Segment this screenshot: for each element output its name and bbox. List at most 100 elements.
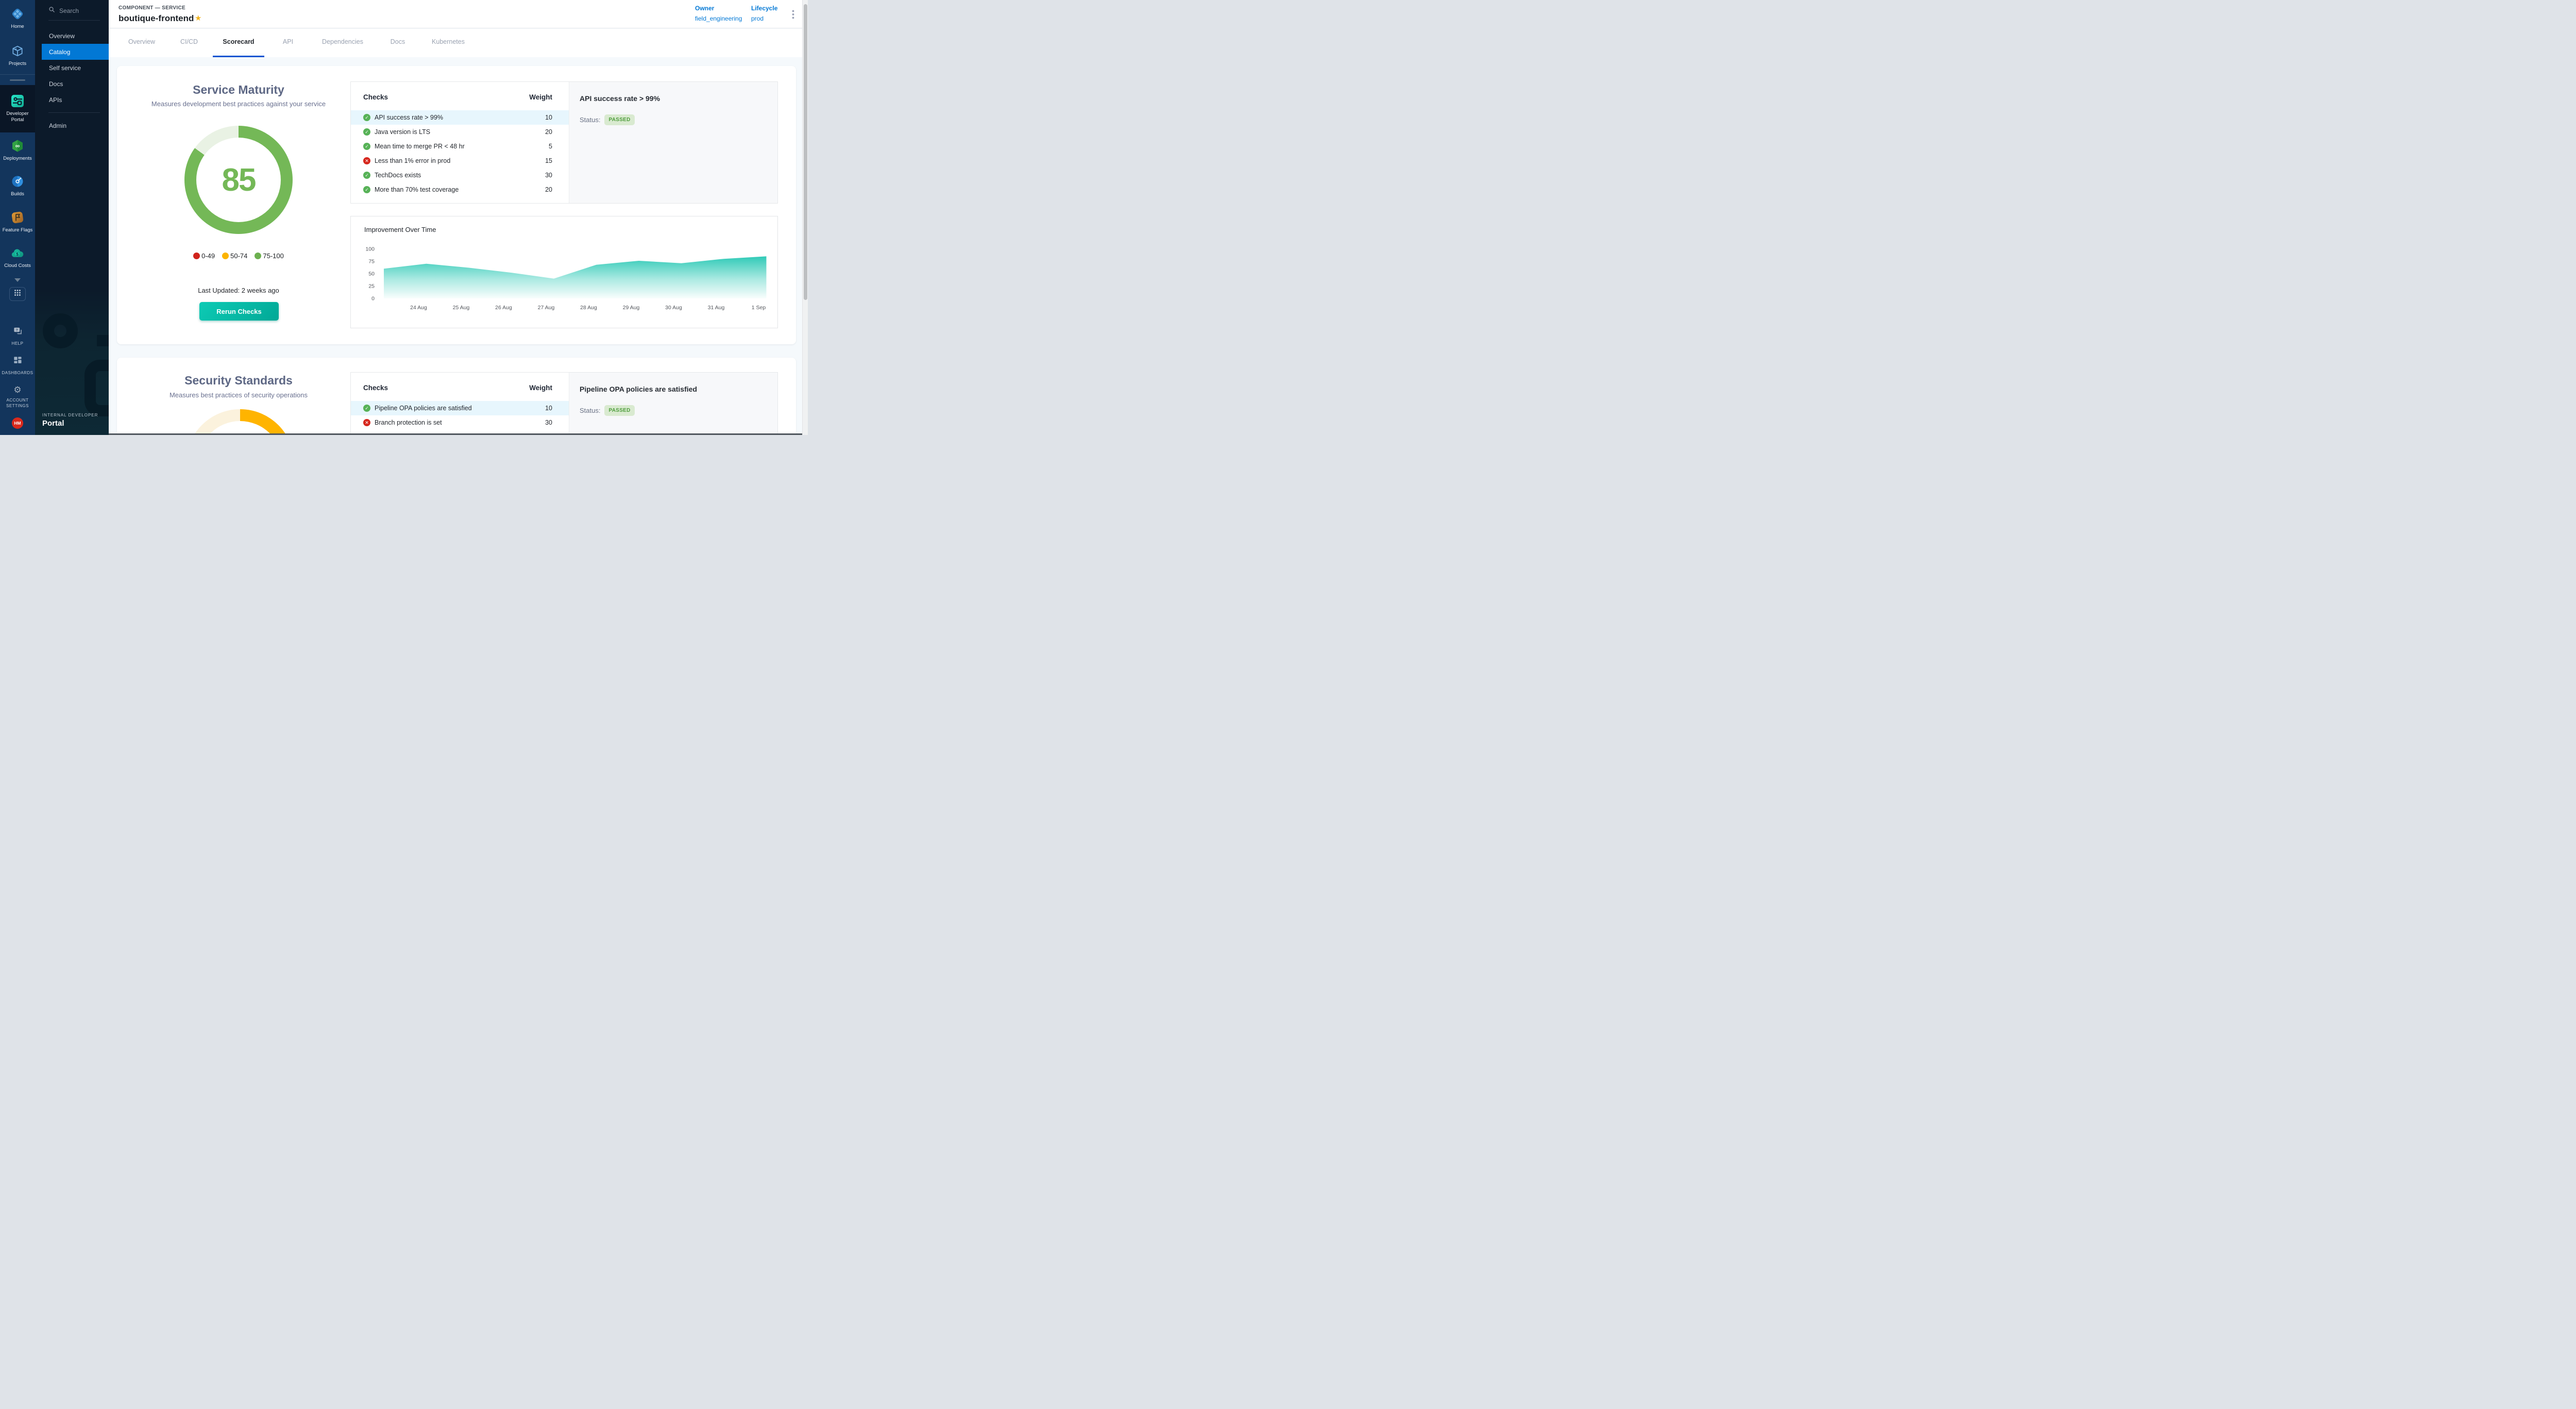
kebab-menu-icon[interactable]: [789, 10, 797, 19]
service-maturity-card: Service Maturity Measures development be…: [117, 66, 796, 344]
check-weight: 30: [545, 172, 552, 179]
feature-flags-icon: [11, 211, 24, 224]
check-row[interactable]: ✓: [351, 430, 569, 433]
page-title: boutique-frontend: [118, 13, 194, 24]
rail-item-cloud-costs[interactable]: $ Cloud Costs: [0, 240, 35, 276]
check-row[interactable]: ✓API success rate > 99%10: [351, 110, 569, 125]
check-failed-icon: ✕: [363, 419, 370, 426]
svg-text:$: $: [16, 251, 19, 257]
status-badge: PASSED: [604, 405, 634, 416]
check-row[interactable]: ✓More than 70% test coverage20: [351, 182, 569, 197]
check-detail-panel: API success rate > 99% Status: PASSED: [569, 82, 777, 203]
tab-overview[interactable]: Overview: [128, 38, 155, 45]
owner-link[interactable]: field_engineering: [695, 15, 742, 22]
check-failed-icon: ✕: [363, 157, 370, 164]
sidebar-item-self-service[interactable]: Self service: [35, 60, 109, 76]
column-header-weight: Weight: [351, 384, 552, 392]
svg-text:28 Aug: 28 Aug: [580, 305, 597, 311]
scorecard-title: Service Maturity: [117, 83, 360, 97]
scorecard-content: Service Maturity Measures development be…: [109, 57, 802, 433]
tab-api[interactable]: API: [283, 38, 293, 45]
last-updated-text: Last Updated: 2 weeks ago: [117, 287, 360, 294]
rail-item-developer-portal[interactable]: Developer Portal: [0, 85, 35, 132]
sidebar-item-docs[interactable]: Docs: [35, 76, 109, 92]
check-name: Pipeline OPA policies are satisfied: [375, 405, 472, 412]
svg-text:24 Aug: 24 Aug: [410, 305, 427, 311]
rail-item-dashboards[interactable]: DASHBOARDS: [2, 355, 33, 376]
check-weight: 5: [549, 143, 552, 150]
search-icon: [48, 6, 55, 15]
rail-collapse-handle[interactable]: [0, 75, 35, 85]
scorecard-subtitle: Measures best practices of security oper…: [117, 391, 360, 399]
gear-icon: ⚙: [13, 385, 21, 395]
check-weight: 10: [545, 405, 552, 412]
svg-text:30 Aug: 30 Aug: [665, 305, 682, 311]
entity-header: COMPONENT — SERVICE boutique-frontend ★ …: [109, 0, 802, 28]
chevron-down-icon[interactable]: [14, 278, 21, 282]
tab-docs[interactable]: Docs: [391, 38, 405, 45]
tab-scorecard[interactable]: Scorecard: [223, 38, 254, 45]
rail-item-feature-flags[interactable]: Feature Flags: [0, 204, 35, 240]
svg-text:25: 25: [368, 283, 375, 290]
rail-item-projects[interactable]: Projects: [0, 37, 35, 74]
rail-item-help[interactable]: ? HELP: [12, 326, 24, 346]
collapse-dash: [10, 79, 25, 81]
user-avatar[interactable]: HM: [12, 417, 23, 429]
rerun-checks-button[interactable]: Rerun Checks: [199, 302, 279, 321]
sidebar-item-catalog[interactable]: Catalog: [42, 44, 109, 60]
main-area: COMPONENT — SERVICE boutique-frontend ★ …: [109, 0, 802, 435]
check-weight: 30: [545, 419, 552, 426]
maturity-score: 85: [222, 162, 256, 198]
score-legend: 0-49 50-74 75-100: [117, 252, 360, 260]
rail-item-home[interactable]: Home: [0, 0, 35, 37]
improvement-area-chart: 100755025024 Aug25 Aug26 Aug27 Aug28 Aug…: [351, 216, 778, 329]
divider: [48, 112, 100, 113]
sidebar-item-overview[interactable]: Overview: [35, 28, 109, 44]
sidebar-item-admin[interactable]: Admin: [35, 118, 109, 133]
checks-panel: API success rate > 99% Status: PASSED Ch…: [350, 81, 778, 204]
vertical-scrollbar[interactable]: [802, 0, 808, 435]
check-row[interactable]: ✓ TechDocs exists 30: [351, 168, 569, 182]
check-passed-icon: ✓: [363, 172, 370, 179]
check-row[interactable]: ✕ Branch protection is set 30: [351, 415, 569, 430]
svg-text:∞: ∞: [15, 142, 20, 149]
check-row[interactable]: ✕Less than 1% error in prod15: [351, 154, 569, 168]
help-icon: ?: [12, 326, 23, 339]
status-badge: PASSED: [604, 114, 634, 125]
search-input[interactable]: Search: [35, 0, 109, 20]
check-row[interactable]: ✓Mean time to merge PR < 48 hr5: [351, 139, 569, 154]
rail-item-builds[interactable]: Builds: [0, 169, 35, 205]
check-weight: 20: [545, 128, 552, 136]
tab-dependencies[interactable]: Dependencies: [322, 38, 363, 45]
svg-text:0: 0: [371, 296, 375, 302]
rail-item-deployments[interactable]: ∞ Deployments: [0, 132, 35, 169]
module-grid-button[interactable]: [9, 287, 26, 301]
legend-dot-amber: [222, 253, 229, 259]
check-row[interactable]: ✓Pipeline OPA policies are satisfied10: [351, 401, 569, 415]
legend-dot-green: [255, 253, 261, 259]
check-row[interactable]: ✓Java version is LTS20: [351, 125, 569, 139]
deployments-icon: ∞: [11, 139, 24, 153]
lifecycle-link[interactable]: prod: [751, 15, 777, 22]
check-detail-panel: Pipeline OPA policies are satisfied Stat…: [569, 373, 777, 433]
developer-portal-icon: [11, 94, 24, 108]
check-name: Branch protection is set: [375, 419, 442, 426]
tab-cicd[interactable]: CI/CD: [180, 38, 198, 45]
sidebar-item-apis[interactable]: APIs: [35, 92, 109, 108]
rail-item-account-settings[interactable]: ⚙ ACCOUNT SETTINGS: [2, 385, 33, 409]
horizontal-scrollbar[interactable]: [109, 433, 802, 435]
cloud-costs-icon: $: [11, 246, 24, 260]
legend-dot-red: [193, 253, 200, 259]
check-passed-icon: ✓: [363, 114, 370, 121]
tab-kubernetes[interactable]: Kubernetes: [432, 38, 465, 45]
vertical-scrollbar-thumb[interactable]: [804, 4, 807, 300]
svg-text:100: 100: [365, 246, 375, 253]
check-weight: 15: [545, 157, 552, 164]
tab-bar: Overview CI/CD Scorecard API Dependencie…: [109, 29, 802, 57]
scorecard-title: Security Standards: [117, 374, 360, 388]
favorite-star-icon[interactable]: ★: [195, 13, 201, 23]
svg-text:1 Sep: 1 Sep: [752, 305, 766, 311]
security-standards-card: Security Standards Measures best practic…: [117, 358, 796, 433]
projects-icon: [11, 44, 24, 58]
check-name: TechDocs exists: [375, 172, 421, 179]
